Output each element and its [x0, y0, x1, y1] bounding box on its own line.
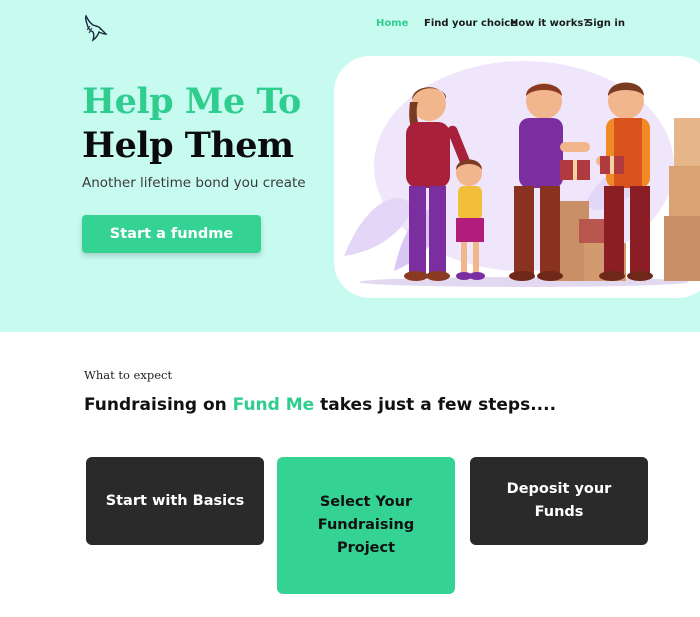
hero-illustration — [334, 56, 700, 298]
start-fundme-button[interactable]: Start a fundme — [82, 215, 261, 253]
step-label: Deposit your Funds — [506, 481, 612, 520]
step-card-select-project[interactable]: Select Your Fundraising Project — [277, 457, 455, 594]
step-card-deposit-funds[interactable]: Deposit your Funds — [470, 457, 648, 545]
nav-sign-in[interactable]: Sign in — [586, 18, 625, 29]
nav-home[interactable]: Home — [376, 18, 408, 29]
step-card-start-with-basics[interactable]: Start with Basics — [86, 457, 264, 545]
hero-title-line-2: Help Them — [82, 125, 294, 166]
hero-section: Home Find your choice How it works? Sign… — [0, 0, 700, 332]
step-label: Select Your Fundraising Project — [317, 494, 415, 556]
heading-suffix: takes just a few steps.... — [314, 395, 557, 415]
section-heading: Fundraising on Fund Me takes just a few … — [84, 395, 556, 415]
family-giving-boxes-illustration — [344, 61, 700, 287]
section-label: What to expect — [84, 368, 173, 382]
step-label: Start with Basics — [105, 492, 245, 509]
hero-subtitle: Another lifetime bond you create — [82, 175, 306, 191]
hero-title-line-1: Help Me To — [82, 81, 301, 122]
nav-how-it-works[interactable]: How it works? — [510, 18, 589, 29]
main-nav: Home Find your choice How it works? Sign… — [0, 18, 700, 32]
brand-name: Fund Me — [232, 395, 315, 415]
heading-prefix: Fundraising on — [84, 395, 233, 415]
nav-find-your-choice[interactable]: Find your choice — [424, 18, 517, 29]
